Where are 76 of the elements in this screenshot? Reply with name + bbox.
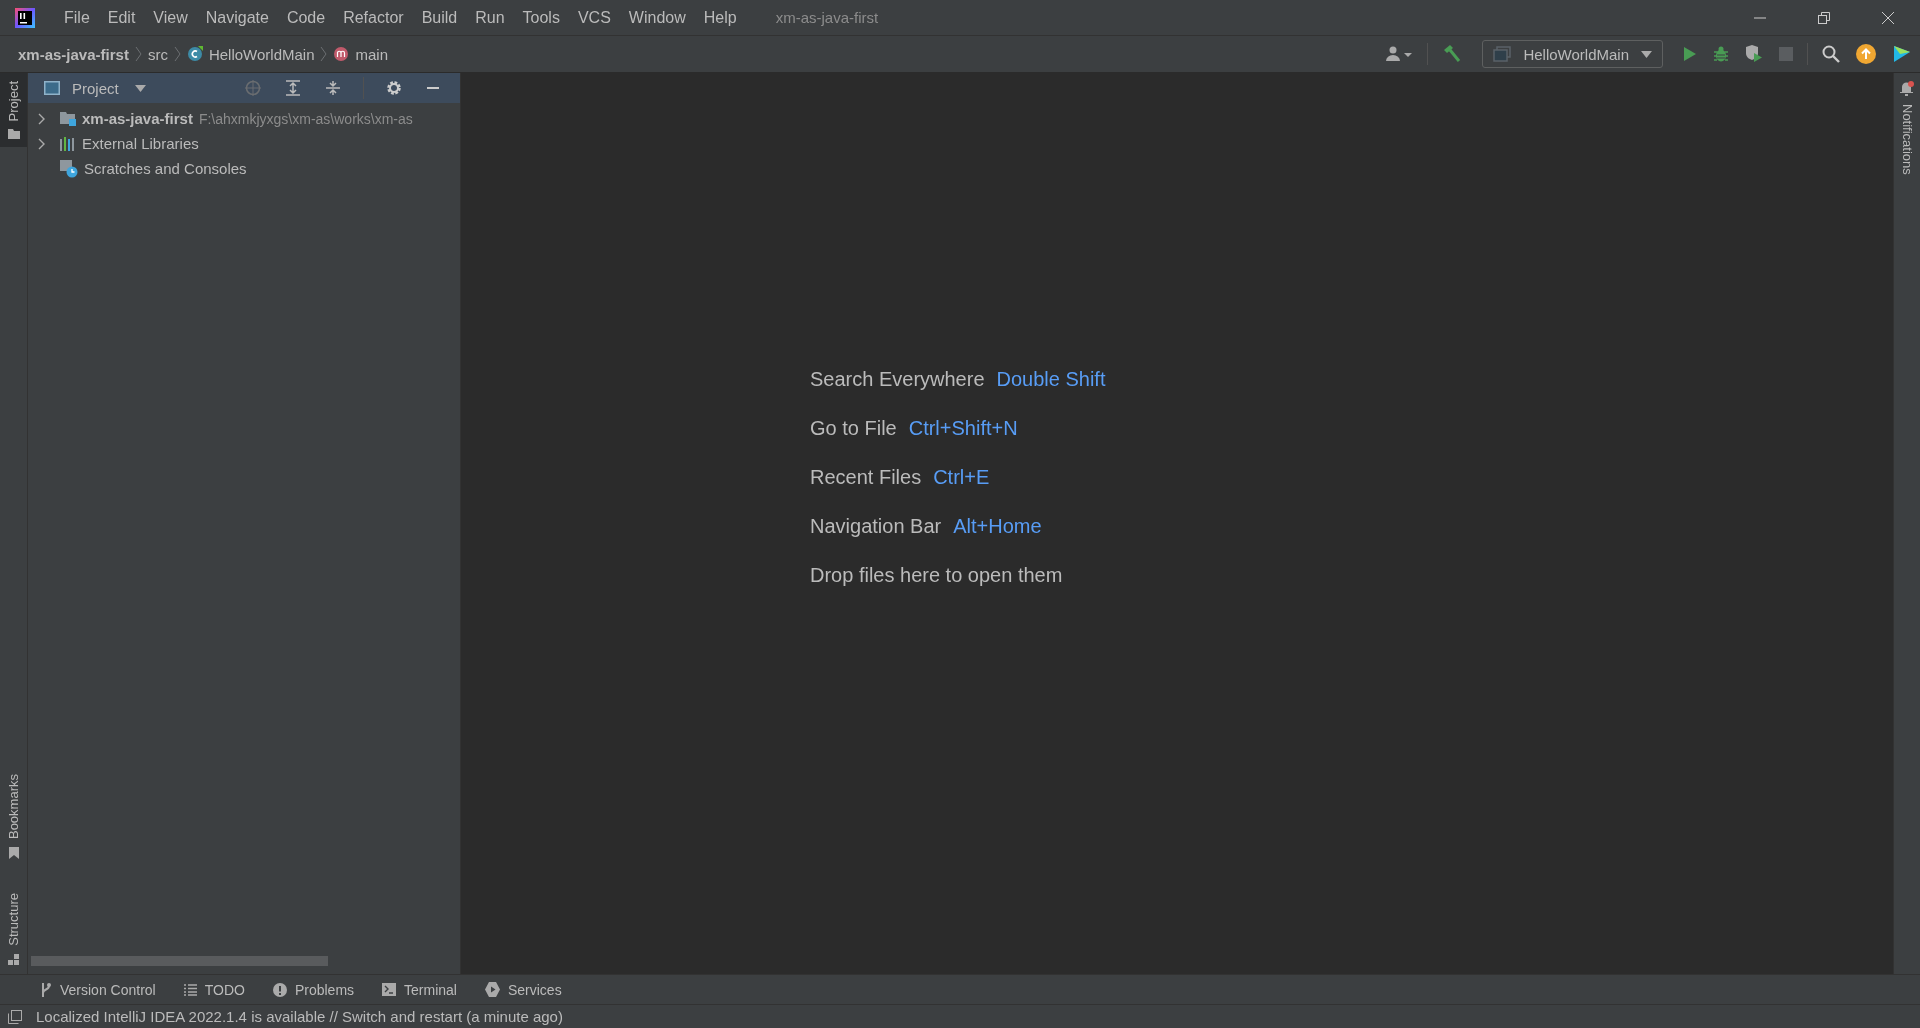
coverage-icon[interactable]: [1745, 45, 1763, 63]
hint-label: Search Everywhere: [810, 367, 985, 392]
menu-item[interactable]: Window: [619, 8, 695, 27]
branch-icon: [40, 981, 52, 998]
tool-window-tab[interactable]: Problems: [272, 981, 355, 998]
menu-item[interactable]: File: [55, 8, 99, 27]
window-icon: [44, 81, 60, 95]
status-toggle-icon[interactable]: [8, 1009, 22, 1024]
breadcrumb[interactable]: src: [143, 45, 172, 63]
menu-item[interactable]: Run: [466, 8, 514, 27]
run-icon[interactable]: [1683, 46, 1697, 62]
structure-icon: [7, 954, 20, 966]
tool-window-button[interactable]: Notifications: [1894, 73, 1920, 183]
method-icon: [333, 46, 350, 62]
user-dropdown-icon[interactable]: [1385, 45, 1414, 63]
app-logo-icon: [15, 7, 35, 28]
caret-icon: [1641, 50, 1652, 58]
hammer-icon[interactable]: [1442, 44, 1463, 64]
library-icon: [60, 136, 76, 151]
tool-window-tab[interactable]: Terminal: [382, 981, 457, 998]
status-message[interactable]: Localized IntelliJ IDEA 2022.1.4 is available // Switch and restart (a minute ago): [36, 1008, 563, 1025]
tool-window-button[interactable]: Project: [0, 73, 27, 148]
expand-all-icon[interactable]: [285, 80, 301, 96]
tool-window-tab[interactable]: TODO: [183, 981, 245, 998]
menu-item[interactable]: Refactor: [334, 8, 413, 27]
tree-item[interactable]: xm-as-java-first: [82, 110, 193, 127]
menu-item[interactable]: Edit: [98, 8, 145, 27]
menu-item[interactable]: Build: [412, 8, 467, 27]
settings-icon[interactable]: [386, 80, 402, 96]
application-icon: [1493, 46, 1512, 62]
tool-window-tab[interactable]: Version Control: [40, 981, 156, 998]
bell-icon: [1900, 81, 1914, 96]
restore-icon[interactable]: [1817, 10, 1831, 25]
menu-item[interactable]: Code: [277, 8, 335, 27]
menu-item[interactable]: VCS: [568, 8, 620, 27]
caret-icon[interactable]: [134, 84, 146, 92]
run-configuration-dropdown[interactable]: HelloWorldMain: [1482, 40, 1663, 68]
panel-view-dropdown[interactable]: Project: [72, 79, 119, 97]
breadcrumb[interactable]: HelloWorldMain: [182, 45, 319, 63]
hint-label: Navigation Bar: [810, 514, 942, 539]
hint-label: Go to File: [810, 416, 897, 441]
scratches-icon: [60, 159, 78, 178]
tree-item[interactable]: Scratches and Consoles: [84, 160, 247, 177]
shortcut-text: Ctrl+E: [933, 465, 990, 490]
breadcrumb[interactable]: main: [329, 45, 392, 63]
hint-label: Recent Files: [810, 465, 922, 490]
class-icon: [186, 46, 203, 62]
bookmark-icon: [8, 847, 19, 860]
tool-window-tab[interactable]: Services: [484, 981, 562, 998]
breadcrumb[interactable]: xm-as-java-first: [14, 45, 133, 63]
shortcut-text: Alt+Home: [953, 514, 1042, 539]
menu-item[interactable]: Help: [694, 8, 746, 27]
plugin-logo-icon[interactable]: [1892, 44, 1912, 64]
update-icon[interactable]: [1856, 44, 1876, 64]
search-icon[interactable]: [1822, 45, 1840, 63]
bug-icon[interactable]: [1713, 46, 1729, 62]
folder-icon: [7, 129, 20, 140]
close-icon[interactable]: [1881, 10, 1895, 25]
menu-item[interactable]: View: [144, 8, 197, 27]
drop-files-text: Drop files here to open them: [810, 563, 1063, 588]
tool-window-button[interactable]: Bookmarks: [0, 766, 27, 868]
tool-window-button[interactable]: Structure: [0, 885, 27, 974]
list-icon: [183, 983, 197, 996]
window-title: xm-as-java-first: [775, 9, 879, 26]
scrollbar[interactable]: [31, 956, 328, 966]
tree-item[interactable]: External Libraries: [82, 135, 199, 152]
terminal-icon: [382, 983, 397, 996]
module-folder-icon: [60, 111, 76, 126]
warning-icon: [272, 982, 287, 997]
services-icon: [484, 982, 500, 997]
collapse-all-icon[interactable]: [325, 80, 341, 96]
menu-item[interactable]: Navigate: [196, 8, 278, 27]
menu-item[interactable]: Tools: [513, 8, 569, 27]
module-path: F:\ahxmkjyxgs\xm-as\works\xm-as: [198, 110, 413, 127]
shortcut-text: Ctrl+Shift+N: [908, 416, 1018, 441]
shortcut-text: Double Shift: [996, 367, 1106, 392]
